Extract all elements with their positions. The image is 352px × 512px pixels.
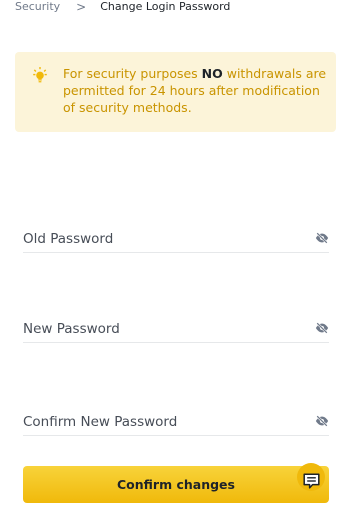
eye-slash-icon[interactable] — [315, 321, 329, 335]
eye-slash-icon[interactable] — [315, 231, 329, 245]
notice-text-before: For security purposes — [63, 66, 202, 81]
breadcrumb-separator: > — [76, 0, 87, 14]
chat-icon — [303, 473, 320, 489]
chat-support-button[interactable] — [294, 463, 328, 501]
breadcrumb-current: Change Login Password — [100, 0, 231, 13]
breadcrumb-security-link[interactable]: Security — [15, 0, 60, 14]
old-password-field — [23, 228, 329, 253]
confirm-changes-button[interactable]: Confirm changes — [23, 466, 329, 503]
eye-slash-icon[interactable] — [315, 414, 329, 428]
old-password-input[interactable] — [23, 228, 293, 250]
confirm-password-field — [23, 411, 329, 436]
change-password-page: Security > Change Login Password For sec… — [0, 0, 352, 512]
notice-text-bold: NO — [201, 66, 223, 81]
new-password-field — [23, 318, 329, 343]
security-notice: For security purposes NO withdrawals are… — [15, 52, 336, 132]
breadcrumb: Security > Change Login Password — [15, 0, 230, 14]
security-notice-text: For security purposes NO withdrawals are… — [63, 65, 328, 116]
lightbulb-icon — [33, 67, 47, 83]
new-password-input[interactable] — [23, 318, 293, 340]
confirm-password-input[interactable] — [23, 411, 293, 433]
